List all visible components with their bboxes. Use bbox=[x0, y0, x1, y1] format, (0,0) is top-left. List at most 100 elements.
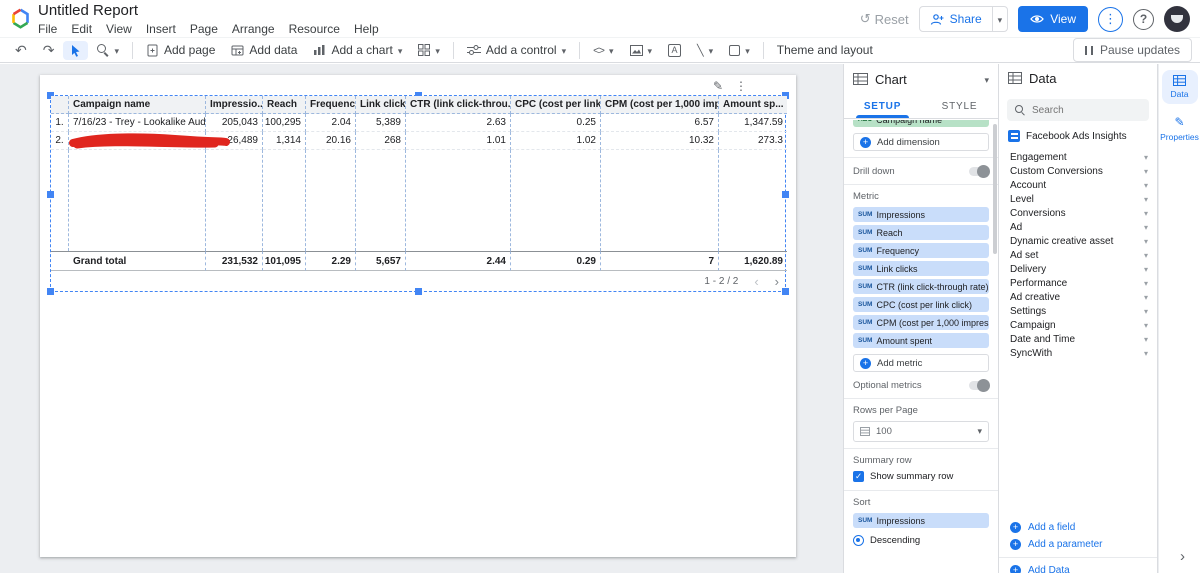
chart-more-options-icon[interactable] bbox=[735, 79, 747, 93]
add-a-field-button[interactable]: Add a field bbox=[999, 519, 1157, 536]
menu-resource[interactable]: Resource bbox=[282, 21, 347, 37]
add-chart-button[interactable]: Add a chart bbox=[306, 40, 409, 60]
dimension-chip[interactable]: ABC Campaign name bbox=[853, 120, 989, 127]
field-group[interactable]: SyncWith bbox=[999, 346, 1157, 360]
divider bbox=[844, 490, 998, 491]
field-group[interactable]: Ad set bbox=[999, 248, 1157, 262]
add-a-parameter-button[interactable]: Add a parameter bbox=[999, 536, 1157, 553]
reset-icon bbox=[860, 11, 871, 27]
drill-down-toggle[interactable] bbox=[969, 167, 989, 176]
add-image-button[interactable] bbox=[623, 40, 660, 60]
next-page-icon[interactable] bbox=[775, 274, 779, 289]
field-group[interactable]: Level bbox=[999, 192, 1157, 206]
reset-button[interactable]: Reset bbox=[860, 11, 909, 27]
field-group[interactable]: Conversions bbox=[999, 206, 1157, 220]
rail-tab-data[interactable]: Data bbox=[1162, 70, 1198, 104]
share-dropdown[interactable] bbox=[992, 7, 1008, 31]
metric-chip[interactable]: SUMFrequency bbox=[853, 243, 989, 258]
help-button[interactable] bbox=[1133, 9, 1154, 30]
sort-descending-radio[interactable] bbox=[853, 535, 864, 546]
menu-file[interactable]: File bbox=[31, 21, 64, 37]
field-group[interactable]: Dynamic creative asset bbox=[999, 234, 1157, 248]
rail-tab-properties[interactable]: Properties bbox=[1162, 110, 1198, 147]
table-cell: 20.16 bbox=[306, 132, 356, 150]
grand-total-cell: 7 bbox=[601, 251, 719, 271]
menu-edit[interactable]: Edit bbox=[64, 21, 99, 37]
menu-arrange[interactable]: Arrange bbox=[225, 21, 282, 37]
metric-chip[interactable]: SUMLink clicks bbox=[853, 261, 989, 276]
field-group[interactable]: Settings bbox=[999, 304, 1157, 318]
menu-page[interactable]: Page bbox=[183, 21, 225, 37]
add-control-button[interactable]: Add a control bbox=[460, 40, 573, 60]
chevron-down-icon bbox=[435, 43, 440, 57]
optional-metrics-label: Optional metrics bbox=[853, 380, 922, 391]
looker-studio-logo[interactable] bbox=[10, 8, 31, 32]
metric-chip[interactable]: SUMCPC (cost per link click) bbox=[853, 297, 989, 312]
previous-page-icon[interactable] bbox=[754, 274, 758, 289]
field-group[interactable]: Account bbox=[999, 178, 1157, 192]
menu-help[interactable]: Help bbox=[347, 21, 386, 37]
panel-scrollbar[interactable] bbox=[993, 124, 997, 254]
field-group[interactable]: Ad creative bbox=[999, 290, 1157, 304]
add-page-button[interactable]: Add page bbox=[139, 40, 222, 60]
looker-studio-app: Untitled Report File Edit View Insert Pa… bbox=[0, 0, 1200, 573]
metric-chip[interactable]: SUMImpressions bbox=[853, 207, 989, 222]
report-page[interactable]: Campaign name Impressio... Reach Frequen… bbox=[40, 75, 796, 557]
community-visualizations-button[interactable] bbox=[411, 40, 447, 60]
redo-button[interactable] bbox=[36, 39, 62, 62]
embed-url-button[interactable] bbox=[586, 40, 620, 60]
undo-button[interactable] bbox=[8, 39, 34, 62]
optional-metrics-toggle[interactable] bbox=[969, 381, 989, 390]
add-data-button[interactable]: Add Data bbox=[999, 562, 1157, 573]
avatar[interactable] bbox=[1164, 6, 1190, 32]
chevron-down-icon bbox=[1144, 306, 1148, 317]
select-tool-button[interactable] bbox=[63, 41, 88, 60]
code-icon bbox=[593, 43, 604, 57]
chart-type-chevron-icon[interactable] bbox=[984, 72, 989, 86]
add-data-button[interactable]: Add data bbox=[224, 40, 304, 60]
theme-and-layout-button[interactable]: Theme and layout bbox=[770, 40, 880, 60]
add-line-button[interactable] bbox=[690, 40, 720, 60]
sort-metric-chip[interactable]: SUMImpressions bbox=[853, 513, 989, 528]
report-title[interactable]: Untitled Report bbox=[38, 2, 386, 19]
view-button[interactable]: View bbox=[1018, 6, 1088, 32]
field-group[interactable]: Performance bbox=[999, 276, 1157, 290]
share-button[interactable]: Share bbox=[919, 6, 1009, 32]
field-group[interactable]: Campaign bbox=[999, 318, 1157, 332]
field-group[interactable]: Date and Time bbox=[999, 332, 1157, 346]
edit-chart-icon[interactable] bbox=[713, 79, 723, 93]
menu-view[interactable]: View bbox=[99, 21, 139, 37]
metric-chip[interactable]: SUMAmount spent bbox=[853, 333, 989, 348]
search-input[interactable] bbox=[1032, 105, 1141, 116]
zoom-tool-button[interactable] bbox=[90, 40, 126, 60]
pause-updates-button[interactable]: Pause updates bbox=[1073, 38, 1192, 62]
field-group[interactable]: Custom Conversions bbox=[999, 164, 1157, 178]
table-chart[interactable]: Campaign name Impressio... Reach Frequen… bbox=[50, 95, 786, 292]
collapse-panel-button[interactable] bbox=[1180, 548, 1185, 565]
field-group[interactable]: Ad bbox=[999, 220, 1157, 234]
chevron-down-icon bbox=[998, 12, 1003, 26]
table-pagination: 1 - 2 / 2 bbox=[51, 271, 787, 291]
metric-chip[interactable]: SUMCPM (cost per 1,000 impressions) bbox=[853, 315, 989, 330]
show-summary-row-checkbox[interactable] bbox=[853, 471, 864, 482]
field-group[interactable]: Delivery bbox=[999, 262, 1157, 276]
more-options-button[interactable] bbox=[1098, 7, 1123, 32]
add-text-button[interactable] bbox=[661, 41, 688, 60]
add-metric-button[interactable]: Add metric bbox=[853, 354, 989, 372]
menu-insert[interactable]: Insert bbox=[139, 21, 183, 37]
chevron-down-icon bbox=[1144, 222, 1148, 233]
add-dimension-button[interactable]: Add dimension bbox=[853, 133, 989, 151]
add-shape-button[interactable] bbox=[722, 40, 757, 60]
metric-chip[interactable]: SUMCTR (link click-through rate) bbox=[853, 279, 989, 294]
toolbar-separator bbox=[132, 42, 133, 59]
grand-total-cell: 2.44 bbox=[406, 251, 511, 271]
field-search[interactable] bbox=[1007, 99, 1149, 121]
tab-setup[interactable]: SETUP bbox=[844, 94, 921, 118]
field-group[interactable]: Engagement bbox=[999, 150, 1157, 164]
tab-style[interactable]: STYLE bbox=[921, 94, 998, 118]
panel-title: Data bbox=[1029, 71, 1056, 86]
data-source[interactable]: Facebook Ads Insights bbox=[999, 130, 1157, 142]
metric-chip[interactable]: SUMReach bbox=[853, 225, 989, 240]
facebook-ads-connector-icon bbox=[1008, 130, 1020, 142]
rows-per-page-select[interactable]: 100 bbox=[853, 421, 989, 442]
